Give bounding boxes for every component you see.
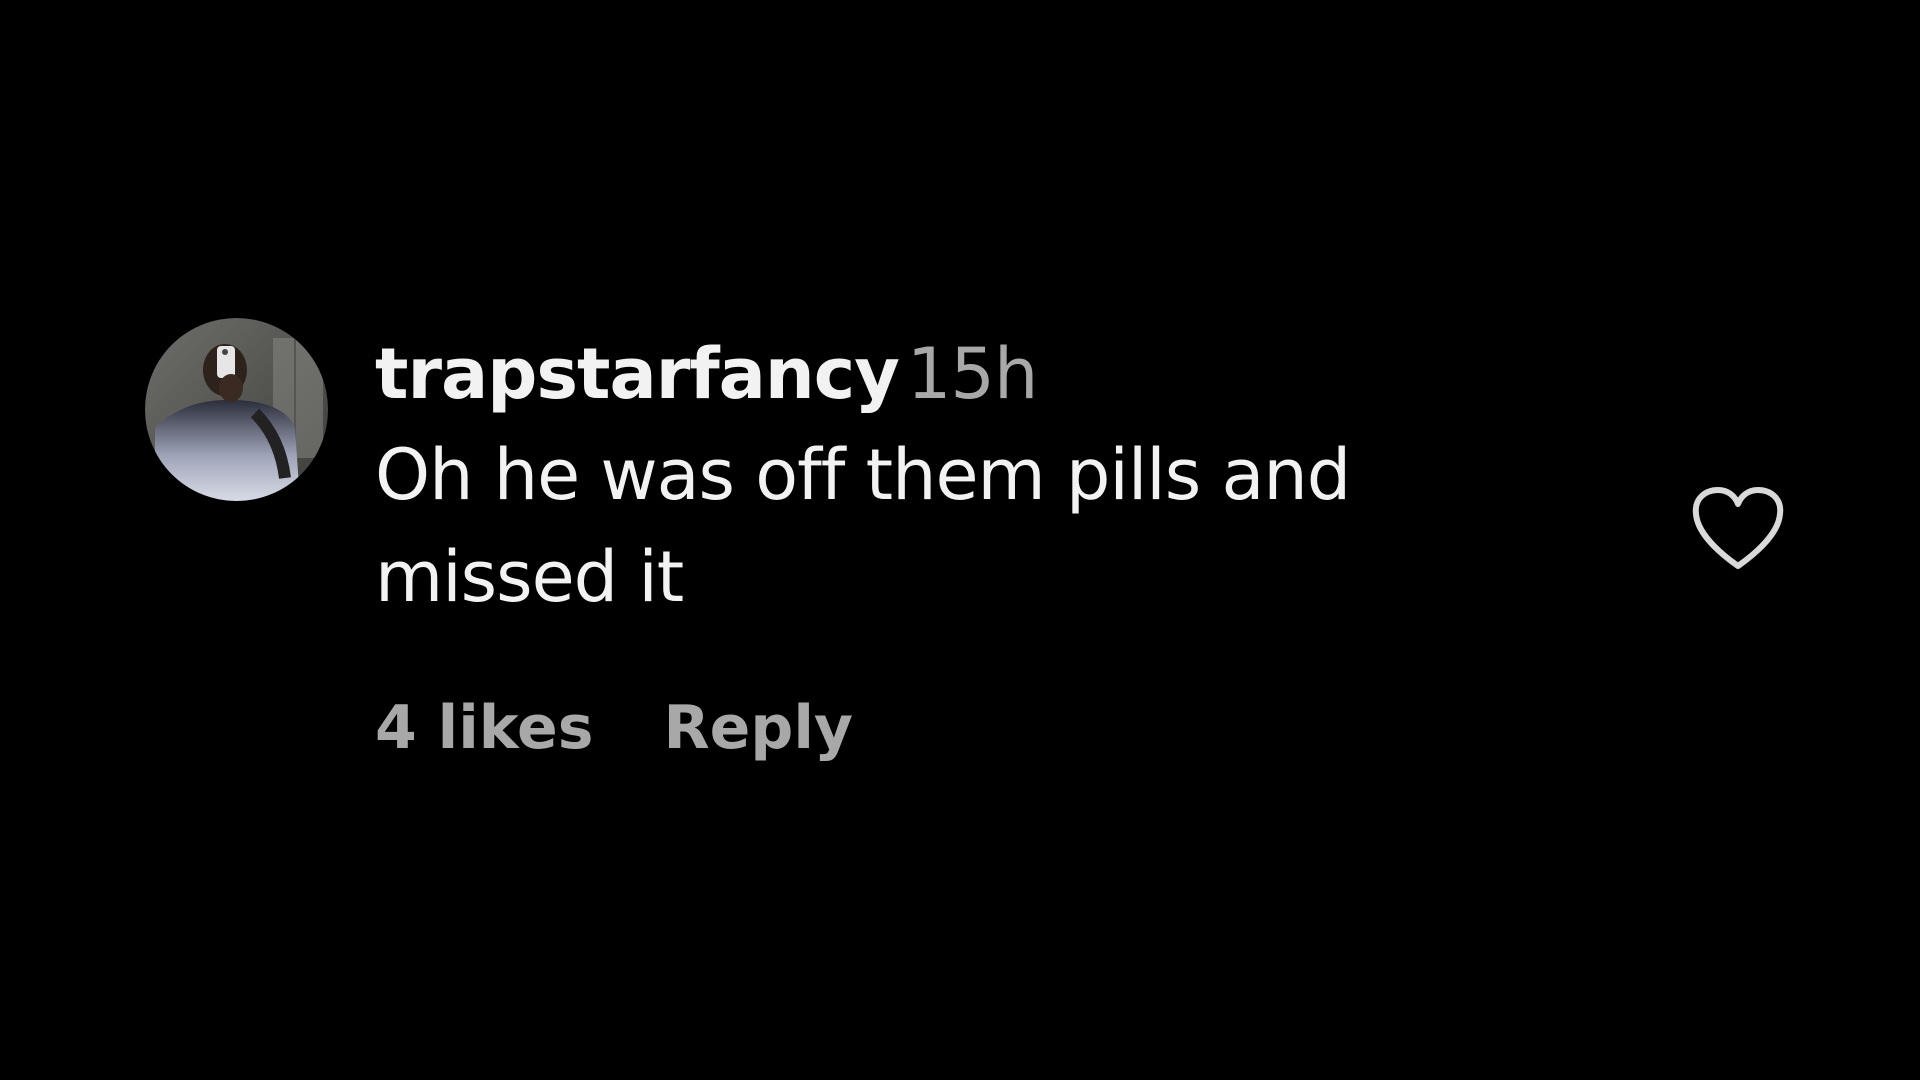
comment-timestamp: 15h: [906, 333, 1038, 415]
comment-card: trapstarfancy 15h Oh he was off them pill…: [0, 0, 1920, 1080]
comment-header: trapstarfancy 15h: [375, 332, 1415, 416]
username-link[interactable]: trapstarfancy: [375, 333, 900, 415]
comment-actions: 4 likes Reply: [375, 688, 853, 768]
likes-count-link[interactable]: 4 likes: [375, 688, 593, 768]
comment-text: Oh he was off them pills and missed it: [375, 434, 1351, 618]
avatar-photo-image: [145, 318, 328, 501]
comment-body: trapstarfancy 15h Oh he was off them pill…: [375, 332, 1415, 628]
like-button[interactable]: [1690, 484, 1786, 574]
heart-outline-icon: [1692, 487, 1784, 569]
reply-button[interactable]: Reply: [663, 688, 853, 768]
avatar[interactable]: [145, 318, 328, 501]
